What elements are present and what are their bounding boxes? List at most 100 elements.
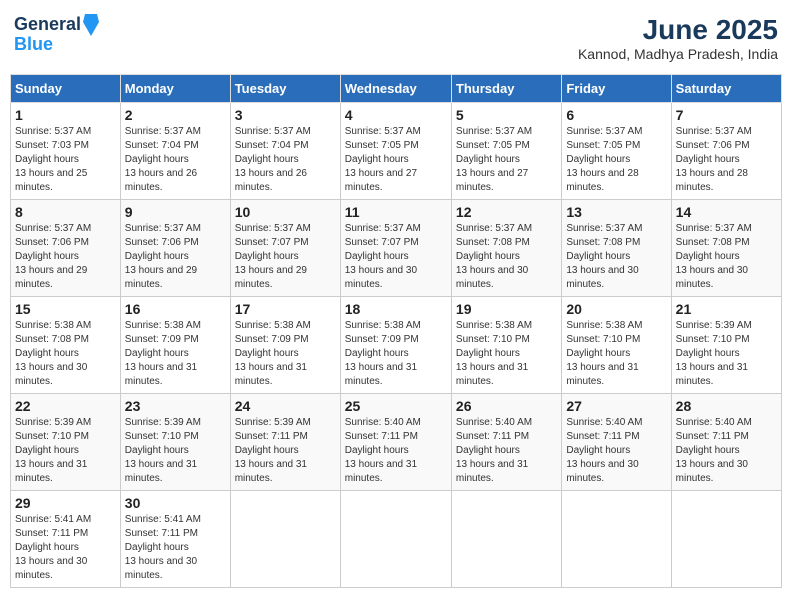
table-row: 4 Sunrise: 5:37 AM Sunset: 7:05 PM Dayli… (340, 103, 451, 200)
day-number: 18 (345, 301, 447, 317)
day-number: 11 (345, 204, 447, 220)
logo-icon (83, 14, 99, 36)
day-number: 14 (676, 204, 777, 220)
day-info: Sunrise: 5:37 AM Sunset: 7:08 PM Dayligh… (456, 222, 557, 292)
day-number: 7 (676, 107, 777, 123)
day-number: 15 (15, 301, 116, 317)
table-row: 12 Sunrise: 5:37 AM Sunset: 7:08 PM Dayl… (451, 200, 561, 297)
day-number: 5 (456, 107, 557, 123)
table-row: 27 Sunrise: 5:40 AM Sunset: 7:11 PM Dayl… (562, 394, 671, 491)
day-info: Sunrise: 5:37 AM Sunset: 7:08 PM Dayligh… (566, 222, 666, 292)
day-number: 17 (235, 301, 336, 317)
day-info: Sunrise: 5:37 AM Sunset: 7:07 PM Dayligh… (345, 222, 447, 292)
logo-text: General (14, 15, 81, 35)
day-number: 21 (676, 301, 777, 317)
calendar-week-row: 22 Sunrise: 5:39 AM Sunset: 7:10 PM Dayl… (11, 394, 782, 491)
calendar-week-row: 29 Sunrise: 5:41 AM Sunset: 7:11 PM Dayl… (11, 491, 782, 588)
day-info: Sunrise: 5:38 AM Sunset: 7:09 PM Dayligh… (125, 319, 226, 389)
table-row: 20 Sunrise: 5:38 AM Sunset: 7:10 PM Dayl… (562, 297, 671, 394)
table-row: 2 Sunrise: 5:37 AM Sunset: 7:04 PM Dayli… (120, 103, 230, 200)
col-tuesday: Tuesday (230, 75, 340, 103)
day-info: Sunrise: 5:37 AM Sunset: 7:06 PM Dayligh… (15, 222, 116, 292)
table-row: 8 Sunrise: 5:37 AM Sunset: 7:06 PM Dayli… (11, 200, 121, 297)
day-number: 1 (15, 107, 116, 123)
day-info: Sunrise: 5:38 AM Sunset: 7:09 PM Dayligh… (345, 319, 447, 389)
day-number: 30 (125, 495, 226, 511)
day-number: 25 (345, 398, 447, 414)
table-row: 16 Sunrise: 5:38 AM Sunset: 7:09 PM Dayl… (120, 297, 230, 394)
day-number: 9 (125, 204, 226, 220)
calendar-week-row: 8 Sunrise: 5:37 AM Sunset: 7:06 PM Dayli… (11, 200, 782, 297)
table-row: 15 Sunrise: 5:38 AM Sunset: 7:08 PM Dayl… (11, 297, 121, 394)
col-sunday: Sunday (11, 75, 121, 103)
logo-subtext: Blue (14, 34, 99, 55)
table-row: 24 Sunrise: 5:39 AM Sunset: 7:11 PM Dayl… (230, 394, 340, 491)
table-row: 26 Sunrise: 5:40 AM Sunset: 7:11 PM Dayl… (451, 394, 561, 491)
day-number: 12 (456, 204, 557, 220)
day-number: 20 (566, 301, 666, 317)
table-row: 1 Sunrise: 5:37 AM Sunset: 7:03 PM Dayli… (11, 103, 121, 200)
day-number: 24 (235, 398, 336, 414)
day-number: 22 (15, 398, 116, 414)
table-row: 6 Sunrise: 5:37 AM Sunset: 7:05 PM Dayli… (562, 103, 671, 200)
day-info: Sunrise: 5:41 AM Sunset: 7:11 PM Dayligh… (125, 513, 226, 583)
day-info: Sunrise: 5:40 AM Sunset: 7:11 PM Dayligh… (676, 416, 777, 486)
table-row: 7 Sunrise: 5:37 AM Sunset: 7:06 PM Dayli… (671, 103, 781, 200)
day-info: Sunrise: 5:38 AM Sunset: 7:09 PM Dayligh… (235, 319, 336, 389)
table-row (671, 491, 781, 588)
table-row: 30 Sunrise: 5:41 AM Sunset: 7:11 PM Dayl… (120, 491, 230, 588)
table-row (340, 491, 451, 588)
day-info: Sunrise: 5:37 AM Sunset: 7:06 PM Dayligh… (125, 222, 226, 292)
table-row: 10 Sunrise: 5:37 AM Sunset: 7:07 PM Dayl… (230, 200, 340, 297)
day-info: Sunrise: 5:39 AM Sunset: 7:10 PM Dayligh… (676, 319, 777, 389)
day-number: 28 (676, 398, 777, 414)
day-info: Sunrise: 5:37 AM Sunset: 7:08 PM Dayligh… (676, 222, 777, 292)
table-row: 14 Sunrise: 5:37 AM Sunset: 7:08 PM Dayl… (671, 200, 781, 297)
table-row: 25 Sunrise: 5:40 AM Sunset: 7:11 PM Dayl… (340, 394, 451, 491)
page-header: General Blue June 2025 Kannod, Madhya Pr… (10, 10, 782, 66)
day-info: Sunrise: 5:37 AM Sunset: 7:06 PM Dayligh… (676, 125, 777, 195)
day-info: Sunrise: 5:39 AM Sunset: 7:10 PM Dayligh… (125, 416, 226, 486)
calendar-table: Sunday Monday Tuesday Wednesday Thursday… (10, 74, 782, 588)
table-row: 17 Sunrise: 5:38 AM Sunset: 7:09 PM Dayl… (230, 297, 340, 394)
day-number: 10 (235, 204, 336, 220)
day-info: Sunrise: 5:37 AM Sunset: 7:05 PM Dayligh… (456, 125, 557, 195)
day-info: Sunrise: 5:37 AM Sunset: 7:04 PM Dayligh… (235, 125, 336, 195)
day-info: Sunrise: 5:40 AM Sunset: 7:11 PM Dayligh… (456, 416, 557, 486)
table-row: 23 Sunrise: 5:39 AM Sunset: 7:10 PM Dayl… (120, 394, 230, 491)
day-info: Sunrise: 5:38 AM Sunset: 7:10 PM Dayligh… (566, 319, 666, 389)
day-info: Sunrise: 5:38 AM Sunset: 7:10 PM Dayligh… (456, 319, 557, 389)
table-row (451, 491, 561, 588)
day-info: Sunrise: 5:39 AM Sunset: 7:10 PM Dayligh… (15, 416, 116, 486)
day-info: Sunrise: 5:37 AM Sunset: 7:04 PM Dayligh… (125, 125, 226, 195)
calendar-week-row: 15 Sunrise: 5:38 AM Sunset: 7:08 PM Dayl… (11, 297, 782, 394)
day-number: 2 (125, 107, 226, 123)
day-number: 26 (456, 398, 557, 414)
title-area: June 2025 Kannod, Madhya Pradesh, India (578, 14, 778, 62)
table-row: 9 Sunrise: 5:37 AM Sunset: 7:06 PM Dayli… (120, 200, 230, 297)
table-row: 19 Sunrise: 5:38 AM Sunset: 7:10 PM Dayl… (451, 297, 561, 394)
day-info: Sunrise: 5:40 AM Sunset: 7:11 PM Dayligh… (345, 416, 447, 486)
day-info: Sunrise: 5:39 AM Sunset: 7:11 PM Dayligh… (235, 416, 336, 486)
day-info: Sunrise: 5:37 AM Sunset: 7:03 PM Dayligh… (15, 125, 116, 195)
day-info: Sunrise: 5:37 AM Sunset: 7:05 PM Dayligh… (566, 125, 666, 195)
page-title: June 2025 (578, 14, 778, 46)
day-number: 8 (15, 204, 116, 220)
table-row: 22 Sunrise: 5:39 AM Sunset: 7:10 PM Dayl… (11, 394, 121, 491)
day-info: Sunrise: 5:38 AM Sunset: 7:08 PM Dayligh… (15, 319, 116, 389)
table-row: 11 Sunrise: 5:37 AM Sunset: 7:07 PM Dayl… (340, 200, 451, 297)
day-number: 19 (456, 301, 557, 317)
day-info: Sunrise: 5:41 AM Sunset: 7:11 PM Dayligh… (15, 513, 116, 583)
col-monday: Monday (120, 75, 230, 103)
page-subtitle: Kannod, Madhya Pradesh, India (578, 46, 778, 62)
col-thursday: Thursday (451, 75, 561, 103)
table-row: 13 Sunrise: 5:37 AM Sunset: 7:08 PM Dayl… (562, 200, 671, 297)
table-row: 29 Sunrise: 5:41 AM Sunset: 7:11 PM Dayl… (11, 491, 121, 588)
table-row (562, 491, 671, 588)
day-number: 13 (566, 204, 666, 220)
day-info: Sunrise: 5:37 AM Sunset: 7:07 PM Dayligh… (235, 222, 336, 292)
logo: General Blue (14, 14, 99, 55)
table-row: 21 Sunrise: 5:39 AM Sunset: 7:10 PM Dayl… (671, 297, 781, 394)
table-row: 18 Sunrise: 5:38 AM Sunset: 7:09 PM Dayl… (340, 297, 451, 394)
table-row: 3 Sunrise: 5:37 AM Sunset: 7:04 PM Dayli… (230, 103, 340, 200)
